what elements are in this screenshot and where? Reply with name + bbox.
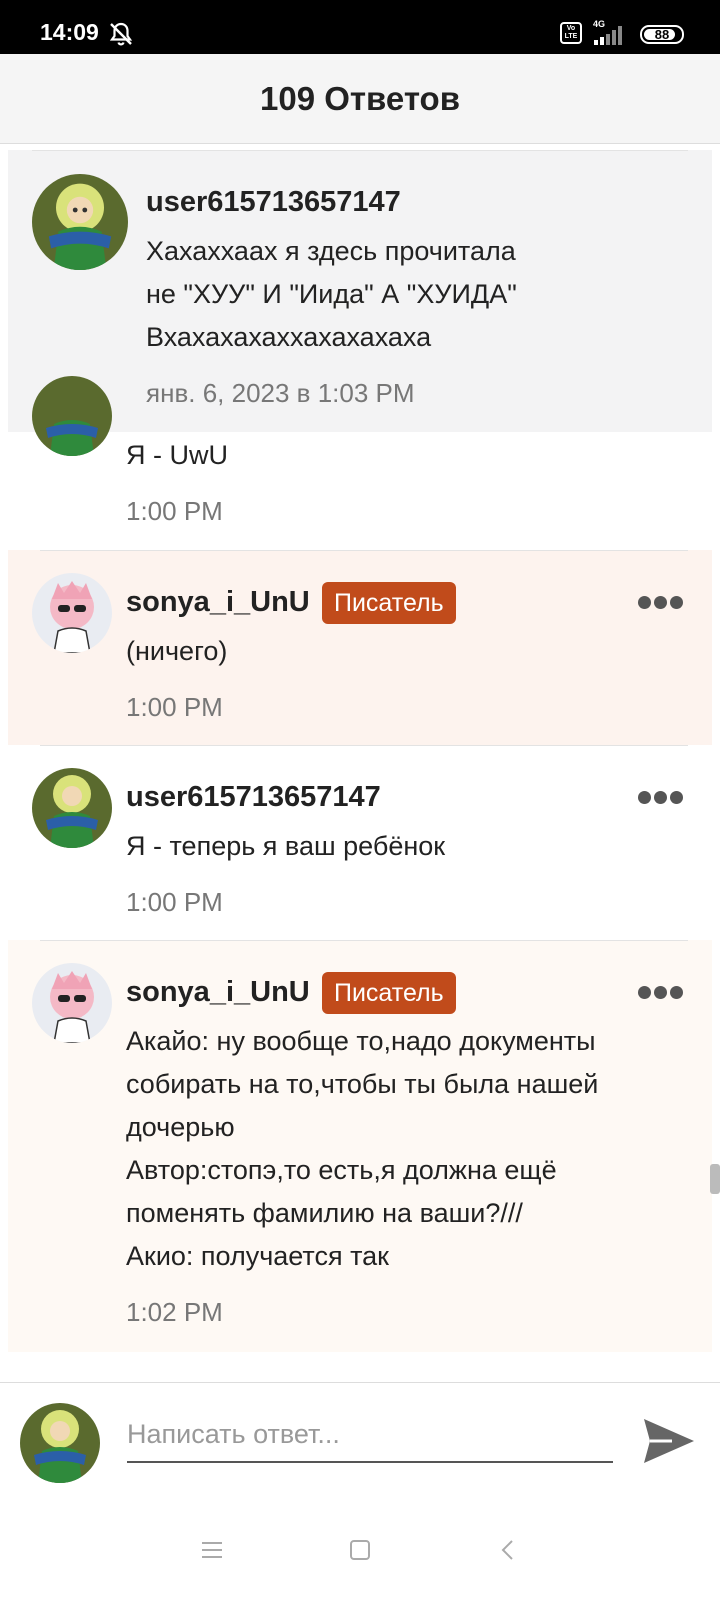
avatar[interactable] [32,768,112,848]
reply-input[interactable] [127,1407,613,1463]
comment-text-line: не "ХУУ" И "Иида" А "ХУИДА" [146,279,517,309]
comment-timestamp: 1:02 PM [126,1297,223,1327]
comment-item[interactable]: sonya_i_UnU Писатель Акайо: ну вообще то… [8,940,712,1352]
home-icon[interactable] [344,1534,376,1566]
comment-text-line: собирать на то,чтобы ты была нашей [126,1069,599,1099]
signal-icon: 4G [593,19,622,45]
comment-username[interactable]: sonya_i_UnU [126,586,310,619]
more-options-icon[interactable] [638,986,684,1000]
avatar[interactable] [32,376,112,456]
comment-item[interactable]: user615713657147 Хахаххаах я здесь прочи… [8,150,712,432]
comment-text-line: Я - теперь я ваш ребёнок [126,831,446,861]
more-options-icon[interactable] [638,596,684,610]
divider [32,150,688,151]
comment-text-line: (ничего) [126,636,228,666]
system-nav-bar [0,1502,720,1600]
comment-text-line: дочерью [126,1112,235,1142]
comment-timestamp: 1:00 PM [126,887,223,917]
reply-bar [0,1382,720,1502]
comment-timestamp: 1:00 PM [126,496,223,526]
status-bar: 14:09 Vo LTE 4G 88 [0,0,720,54]
comment-timestamp: 1:00 PM [126,692,223,722]
back-icon[interactable] [492,1534,524,1566]
menu-icon[interactable] [196,1534,228,1566]
avatar[interactable] [32,573,112,653]
status-time: 14:09 [40,19,99,45]
comment-text-line: Вхахахахаххахахахаха [146,322,432,352]
battery-level: 88 [654,27,670,42]
volte-icon: Vo LTE [560,22,582,44]
comment-username[interactable]: user615713657147 [146,186,401,219]
network-type: 4G [593,19,605,29]
comment-text-line: Я - UwU [126,440,228,470]
page-title: 109 Ответов [260,80,460,117]
scrollbar-thumb[interactable] [710,1164,720,1194]
more-options-icon[interactable] [638,791,684,805]
divider [40,745,688,746]
divider [40,940,688,941]
writer-badge: Писатель [322,972,456,1014]
replies-header: 109 Ответов [0,54,720,144]
comment-item[interactable]: sonya_i_UnU Писатель (ничего) 1:00 PM [8,550,712,745]
comment-item[interactable]: user615713657147 Я - теперь я ваш ребёно… [8,745,712,940]
battery-icon: 88 [640,25,684,44]
avatar[interactable] [32,963,112,1043]
avatar[interactable] [32,174,128,270]
writer-badge: Писатель [322,582,456,624]
avatar [20,1403,100,1483]
comment-text-line: Акайо: ну вообще то,надо документы [126,1026,596,1056]
comment-text-line: Автор:стопэ,то есть,я должна ещё [126,1155,557,1185]
comment-item[interactable]: Я - UwU 1:00 PM [8,376,712,550]
comment-username[interactable]: user615713657147 [126,781,381,814]
bell-off-icon [109,22,133,46]
comment-text-line: Хахаххаах я здесь прочитала [146,236,516,266]
comment-text-line: Акио: получается так [126,1241,389,1271]
divider [40,550,688,551]
comment-text-line: поменять фамилию на ваши?/// [126,1198,523,1228]
comment-timestamp: янв. 6, 2023 в 1:03 PM [146,378,415,408]
comment-username[interactable]: sonya_i_UnU [126,976,310,1009]
send-icon[interactable] [640,1413,696,1469]
